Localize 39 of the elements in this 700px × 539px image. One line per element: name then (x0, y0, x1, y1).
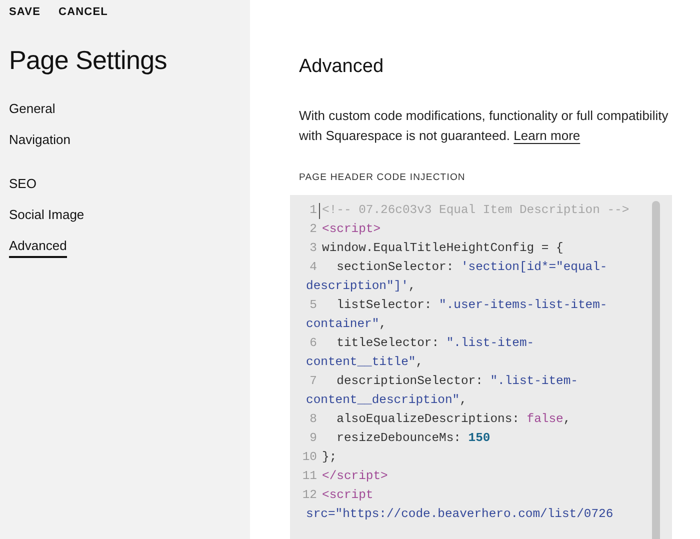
scrollbar-thumb[interactable] (652, 201, 660, 539)
code-line: }; (322, 449, 337, 466)
sidebar-item[interactable]: Social Image (9, 207, 84, 227)
field-label: PAGE HEADER CODE INJECTION (299, 172, 466, 183)
code-line: sectionSelector: 'section[id*="equal- (336, 259, 608, 276)
line-number: 10 (301, 449, 317, 466)
line-number: 1 (308, 202, 317, 219)
code-line: titleSelector: ".list-item- (336, 335, 534, 352)
code-line: alsoEqualizeDescriptions: false, (336, 411, 571, 428)
sidebar-item[interactable]: Navigation (9, 132, 70, 152)
section-title: Advanced (299, 56, 385, 78)
code-line: container", (306, 316, 388, 333)
save-button[interactable]: SAVE (9, 6, 41, 18)
line-number: 11 (301, 468, 317, 485)
code-line: <script> (322, 221, 381, 238)
sidebar-item[interactable]: General (9, 101, 56, 121)
learn-more-link[interactable]: Learn more (514, 128, 580, 143)
code-line: </script> (322, 468, 388, 485)
code-line: descriptionSelector: ".list-item- (336, 373, 578, 390)
sidebar-item[interactable]: SEO (9, 176, 36, 196)
sidebar-item[interactable]: Advanced (9, 238, 67, 258)
code-line: description"]', (306, 278, 417, 295)
cancel-button[interactable]: CANCEL (58, 6, 108, 18)
page-title: Page Settings (9, 45, 168, 76)
text-cursor (319, 203, 320, 219)
code-line: window.EqualTitleHeightConfig = { (322, 240, 564, 257)
code-line: content__title", (306, 354, 424, 371)
line-number: 9 (308, 430, 317, 447)
code-line: resizeDebounceMs: 150 (336, 430, 490, 447)
line-number: 3 (308, 240, 317, 257)
code-line: src="https://code.beaverhero.com/list/0726 (306, 506, 614, 523)
code-line: <!-- 07.26c03v3 Equal Item Description --> (322, 202, 630, 219)
code-line: listSelector: ".user-items-list-item- (336, 297, 608, 314)
code-line: content__description", (306, 392, 468, 409)
line-number: 8 (308, 411, 317, 428)
code-editor[interactable] (290, 195, 672, 539)
code-line: <script (322, 487, 374, 504)
line-number: 2 (308, 221, 317, 238)
description-text: With custom code modifications, functionality or full compatibility with Squarespace is not guaranteed. Learn more (299, 107, 670, 145)
